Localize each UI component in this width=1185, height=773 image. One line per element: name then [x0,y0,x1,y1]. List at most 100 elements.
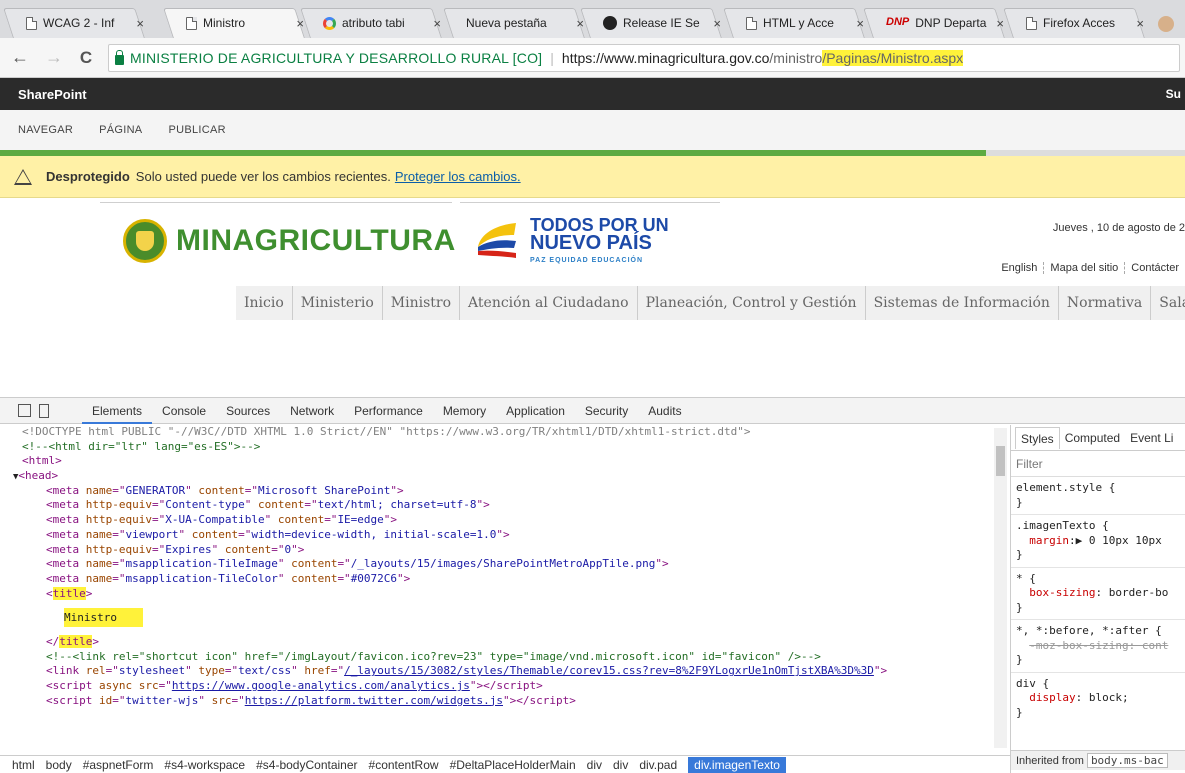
header-divider [100,202,452,203]
dom-node[interactable]: <html> [0,454,1010,469]
dom-node-title-text[interactable]: Ministro [0,608,1010,628]
breadcrumb-item[interactable]: #s4-bodyContainer [256,758,357,772]
css-rule[interactable]: element.style { } [1011,477,1185,515]
close-tab-icon[interactable]: × [856,16,864,31]
dom-node[interactable]: <meta name="msapplication-TileColor" con… [0,572,1010,587]
back-button[interactable]: ← [8,47,32,68]
css-rule[interactable]: div { display: block; } [1011,673,1185,725]
minagricultura-logo-text[interactable]: MINAGRICULTURA [176,224,456,258]
dom-node[interactable]: <meta http-equiv="Expires" content="0"> [0,543,1010,558]
browser-tab[interactable]: WCAG 2 - Inf × [26,8,144,38]
user-profile-icon[interactable] [1158,16,1174,32]
css-rules: element.style { } .imagenTexto { margin:… [1011,477,1185,724]
breadcrumb-item[interactable]: div [613,758,628,772]
dom-node[interactable]: <!--<link rel="shortcut icon" href="/img… [0,650,1010,665]
tab-network[interactable]: Network [280,398,344,424]
status-label: Desprotegido [46,169,130,184]
ribbon-tab-pagina[interactable]: PÁGINA [99,124,142,136]
ribbon-tab-publicar[interactable]: PUBLICAR [168,124,225,136]
tab-memory[interactable]: Memory [433,398,496,424]
url-input[interactable]: MINISTERIO DE AGRICULTURA Y DESARROLLO R… [108,44,1180,72]
sharepoint-brand-link[interactable]: SharePoint [18,87,87,102]
close-tab-icon[interactable]: × [576,16,584,31]
nav-item-ministro[interactable]: Ministro [383,286,461,320]
breadcrumb-item[interactable]: #contentRow [369,758,439,772]
tab-computed[interactable]: Computed [1060,431,1125,445]
dom-node[interactable]: <!DOCTYPE html PUBLIC "-//W3C//DTD XHTML… [0,425,1010,440]
suite-bar-right-link[interactable]: Su [1166,87,1181,101]
device-toolbar-icon[interactable] [39,403,49,418]
breadcrumb-item[interactable]: #s4-workspace [164,758,245,772]
protect-changes-link[interactable]: Proteger los cambios. [395,169,521,184]
dom-node-title-close[interactable]: </title> [0,634,1010,650]
browser-tab[interactable]: atributo tabi × [323,8,441,38]
tab-console[interactable]: Console [152,398,216,424]
dom-tree: <!DOCTYPE html PUBLIC "-//W3C//DTD XHTML… [0,425,1010,750]
dom-node[interactable]: <script id="twitter-wjs" src="https://pl… [0,694,1010,709]
breadcrumb-item[interactable]: html [12,758,35,772]
tab-audits[interactable]: Audits [638,398,691,424]
close-tab-icon[interactable]: × [136,16,144,31]
page-icon [746,16,757,30]
dom-spacer [0,626,1010,635]
dom-node[interactable]: <meta name="msapplication-TileImage" con… [0,557,1010,572]
css-rule[interactable]: .imagenTexto { margin:▶ 0 10px 10px } [1011,515,1185,568]
inherited-selector[interactable]: body.ms-bac [1086,753,1168,768]
close-tab-icon[interactable]: × [996,16,1004,31]
css-rule[interactable]: * { box-sizing: border-bo } [1011,568,1185,620]
breadcrumb-item[interactable]: #DeltaPlaceHolderMain [450,758,576,772]
forward-button[interactable]: → [42,47,66,68]
css-rule[interactable]: *, *:before, *:after { -moz-box-sizing: … [1011,620,1185,673]
breadcrumb-item[interactable]: div.pad [639,758,677,772]
nav-item-planeacion[interactable]: Planeación, Control y Gestión [638,286,866,320]
sitemap-link[interactable]: Mapa del sitio [1043,262,1125,274]
contact-link[interactable]: Contácter [1124,262,1185,274]
browser-tab[interactable]: Firefox Acces × [1026,8,1144,38]
dom-node[interactable]: <meta http-equiv="X-UA-Compatible" conte… [0,513,1010,528]
browser-tab-title: Nueva pestaña [466,16,547,30]
nav-item-sala-de-prensa[interactable]: Sala de P [1151,286,1185,320]
browser-tab[interactable]: Release IE Se × [603,8,721,38]
tab-elements[interactable]: Elements [82,398,153,424]
logo-line-2: NUEVO PAÍS [530,232,652,254]
header-divider [460,202,720,203]
breadcrumb-item[interactable]: div [587,758,602,772]
nav-item-normativa[interactable]: Normativa [1059,286,1152,320]
nav-item-inicio[interactable]: Inicio [236,286,293,320]
tab-application[interactable]: Application [496,398,575,424]
tab-sources[interactable]: Sources [216,398,280,424]
english-link[interactable]: English [995,262,1043,274]
dom-tree-scrollbar[interactable] [994,428,1007,748]
breadcrumb-item-selected[interactable]: div.imagenTexto [688,757,786,773]
styles-filter-input[interactable]: Filter [1011,451,1185,477]
breadcrumb-item[interactable]: #aspnetForm [83,758,154,772]
dom-node[interactable]: <meta http-equiv="Content-type" content=… [0,498,1010,513]
tab-styles[interactable]: Styles [1015,426,1060,449]
close-tab-icon[interactable]: × [296,16,304,31]
ribbon-tab-navegar[interactable]: NAVEGAR [18,124,73,136]
tab-performance[interactable]: Performance [344,398,433,424]
close-tab-icon[interactable]: × [1136,16,1144,31]
close-tab-icon[interactable]: × [433,16,441,31]
nav-item-sistemas[interactable]: Sistemas de Información [866,286,1059,320]
scrollbar-thumb[interactable] [996,446,1005,476]
tab-event-listeners[interactable]: Event Li [1125,431,1178,445]
dom-node[interactable]: <link rel="stylesheet" type="text/css" h… [0,664,1010,679]
breadcrumb-item[interactable]: body [46,758,72,772]
dom-node[interactable]: <meta name="viewport" content="width=dev… [0,528,1010,543]
dom-node[interactable]: ▼<head> [0,469,1010,484]
browser-tab[interactable]: Ministro × [186,8,304,38]
dom-node[interactable]: <script async src="https://www.google-an… [0,679,1010,694]
close-tab-icon[interactable]: × [713,16,721,31]
browser-tab[interactable]: Nueva pestaña × [466,8,584,38]
nav-item-ministerio[interactable]: Ministerio [293,286,383,320]
reload-button[interactable]: C [74,48,98,68]
browser-tab[interactable]: DNP DNP Departa × [886,8,1004,38]
nav-item-atencion[interactable]: Atención al Ciudadano [460,286,638,320]
tab-security[interactable]: Security [575,398,638,424]
dom-node[interactable]: <!--<html dir="ltr" lang="es-ES">--> [0,440,1010,455]
inspect-element-icon[interactable] [18,404,31,417]
browser-tab[interactable]: HTML y Acce × [746,8,864,38]
dom-node[interactable]: <meta name="GENERATOR" content="Microsof… [0,484,1010,499]
dom-node-title-open[interactable]: <title> [0,586,1010,602]
